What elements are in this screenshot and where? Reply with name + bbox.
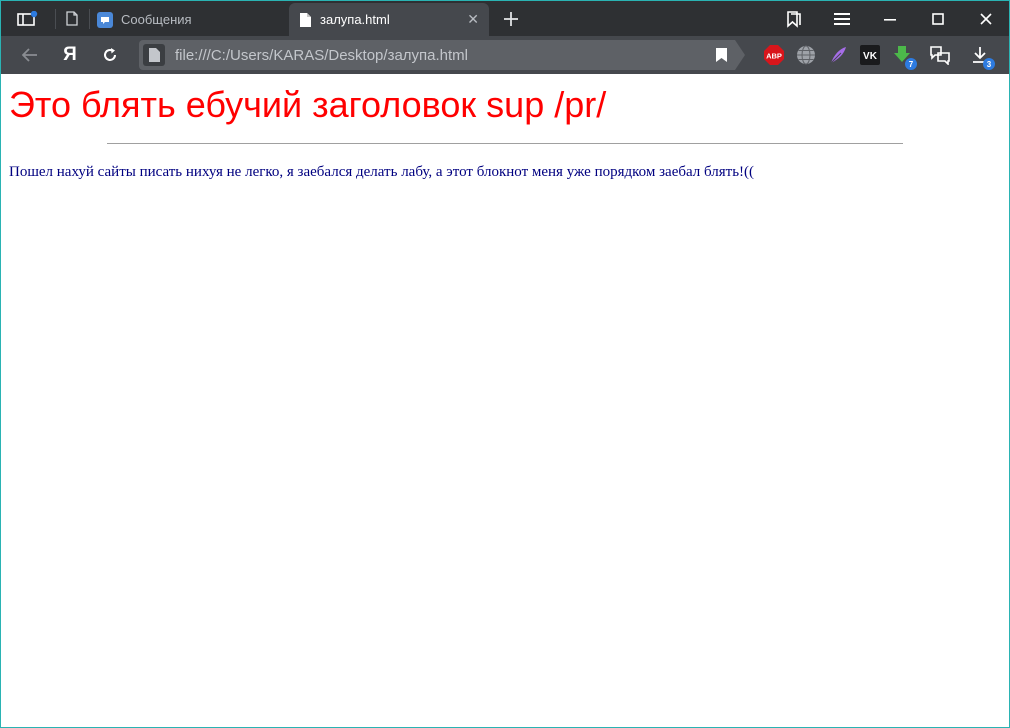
globe-icon [797,45,815,65]
bookmarks-button[interactable] [771,1,817,36]
downloader-badge: 7 [905,58,917,70]
downloader-extension[interactable]: 7 [889,42,917,70]
feather-icon [830,47,846,64]
tab-label: залупа.html [320,12,390,27]
globe-extension[interactable] [793,42,819,68]
page-heading: Это блять ебучий заголовок sup /pr/ [9,84,607,125]
address-bar[interactable]: file:///C:/Users/KARAS/Desktop/залупа.ht… [139,40,745,70]
bookmark-icon [716,48,727,62]
file-icon [148,48,160,62]
add-bookmark-button[interactable] [716,48,727,67]
page-viewport: Это блять ебучий заголовок sup /pr/ Поше… [1,74,1009,727]
horizontal-rule [107,143,903,144]
menu-button[interactable] [819,1,865,36]
close-tab-icon[interactable]: ✕ [467,11,479,28]
vk-extension[interactable]: VK [857,42,883,68]
tab-messages[interactable]: Сообщения [93,3,285,36]
browser-window: Сообщения залупа.html ✕ Я file:///C:/Use… [0,0,1010,728]
minimize-icon [884,18,896,21]
reload-icon [104,48,116,61]
vk-label: VK [863,51,878,62]
reload-button[interactable] [91,36,129,74]
downloads-badge: 3 [983,58,995,70]
close-window-button[interactable] [963,1,1009,36]
tabs-panel-button[interactable] [7,1,47,36]
chat-icon [930,46,950,65]
plus-icon [504,11,518,26]
yandex-logo[interactable]: Я [51,36,89,74]
chat-extension[interactable] [927,42,953,68]
bookmarks-icon [787,10,801,28]
messages-icon [97,11,113,28]
new-tab-button[interactable] [497,1,525,36]
tab-separator [89,9,90,29]
page-paragraph: Пошел нахуй сайты писать нихуя не легко,… [9,164,755,180]
blank-tab[interactable] [59,1,85,36]
back-button[interactable] [11,36,49,74]
tab-separator [55,9,56,29]
adblock-label: ABP [766,52,782,61]
tab-strip: Сообщения залупа.html ✕ [1,1,1009,36]
close-icon [980,12,992,25]
maximize-button[interactable] [915,1,961,36]
site-info-button[interactable] [143,44,165,66]
downloads-button[interactable]: 3 [967,42,995,70]
navigation-bar: Я file:///C:/Users/KARAS/Desktop/залупа.… [1,36,1009,74]
maximize-icon [932,12,944,25]
back-arrow-icon [22,48,37,62]
adblock-extension[interactable]: ABP [761,42,787,68]
document-icon [66,11,78,26]
vk-icon: VK [860,45,880,65]
adblock-icon: ABP [764,45,784,65]
feather-extension[interactable] [825,42,851,68]
file-icon [300,12,311,27]
sidebar-panel-icon [17,10,38,26]
tab-active-page[interactable]: залупа.html ✕ [289,3,489,36]
tab-label: Сообщения [121,12,192,27]
url-text[interactable]: file:///C:/Users/KARAS/Desktop/залупа.ht… [175,47,468,64]
hamburger-menu-icon [834,12,850,25]
minimize-button[interactable] [867,1,913,36]
